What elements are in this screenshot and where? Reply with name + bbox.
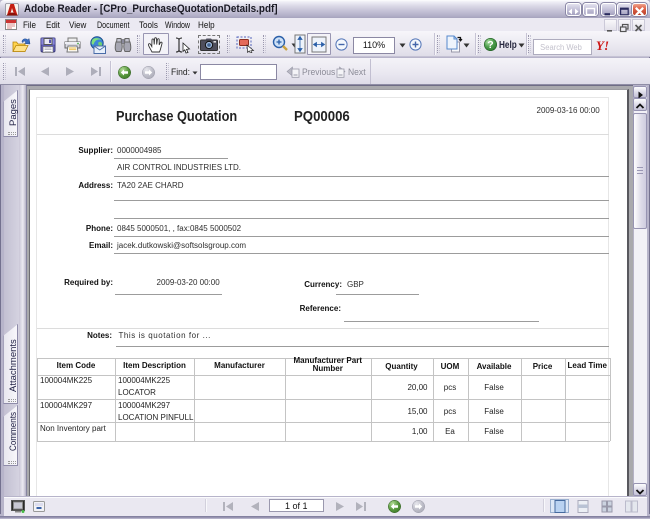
svg-text:?: ? (487, 39, 493, 51)
